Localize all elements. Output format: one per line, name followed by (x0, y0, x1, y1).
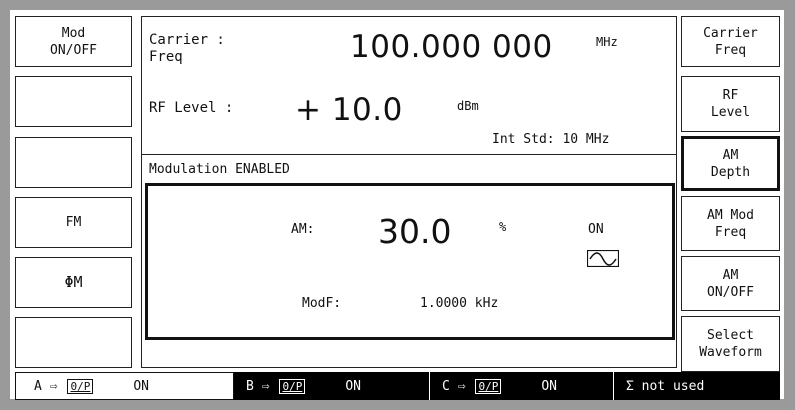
rf-level-value[interactable]: + 10.0 (295, 92, 403, 128)
rf-level-unit: dBm (457, 99, 479, 113)
am-depth-value[interactable]: 30.0 (378, 212, 451, 251)
carrier-freq-unit: MHz (596, 35, 618, 49)
modulation-status: Modulation ENABLED (149, 162, 290, 177)
instrument-screen: Mod ON/OFF FM ΦM Carrier Freq RF Level A… (10, 10, 784, 400)
softkey-select-waveform[interactable]: Select Waveform (681, 316, 780, 372)
am-depth-unit: % (499, 220, 507, 234)
modf-label: ModF: (302, 296, 342, 311)
softkey-fm[interactable]: FM (15, 197, 132, 248)
output-c-arrow: C ⇨ (442, 378, 466, 394)
rf-level-label: RF Level : (149, 100, 234, 116)
softkey-am-depth[interactable]: AM Depth (681, 136, 780, 191)
output-c-state: ON (541, 378, 558, 394)
sigma-status: Σ not used (614, 372, 792, 400)
softkey-rf-level[interactable]: RF Level (681, 76, 780, 132)
softkey-left-2-blank[interactable] (15, 76, 132, 127)
output-a-op-box: 0/P (67, 378, 94, 394)
modf-value[interactable]: 1.0000 kHz (420, 296, 498, 311)
am-state: ON (588, 222, 604, 237)
output-a-state: ON (133, 378, 150, 394)
softkey-carrier-freq[interactable]: Carrier Freq (681, 16, 780, 67)
output-a-arrow: A ⇨ (34, 378, 58, 394)
output-b-arrow: B ⇨ (246, 378, 270, 394)
softkey-am-onoff[interactable]: AM ON/OFF (681, 256, 780, 311)
divider (141, 154, 677, 155)
am-label: AM: (291, 222, 315, 237)
output-b-op-box: 0/P (279, 378, 306, 394)
output-c-status[interactable]: C ⇨ 0/P ON (430, 372, 614, 400)
sigma-text: Σ not used (626, 378, 705, 394)
output-a-status[interactable]: A ⇨ 0/P ON (15, 372, 234, 400)
carrier-freq-label: Carrier : Freq (149, 32, 225, 65)
output-b-state: ON (345, 378, 362, 394)
softkey-am-mod-freq[interactable]: AM Mod Freq (681, 196, 780, 251)
softkey-left-6-blank[interactable] (15, 317, 132, 368)
softkey-mod-onoff[interactable]: Mod ON/OFF (15, 16, 132, 67)
sine-wave-icon (586, 249, 620, 268)
status-bar: A ⇨ 0/P ON B ⇨ 0/P ON C ⇨ 0/P ON Σ not u… (15, 372, 780, 400)
softkey-left-3-blank[interactable] (15, 137, 132, 188)
output-c-op-box: 0/P (475, 378, 502, 394)
carrier-freq-value[interactable]: 100.000 000 (350, 29, 553, 65)
output-b-status[interactable]: B ⇨ 0/P ON (234, 372, 430, 400)
int-std-readout: Int Std: 10 MHz (492, 132, 610, 147)
softkey-phase-mod[interactable]: ΦM (15, 257, 132, 308)
